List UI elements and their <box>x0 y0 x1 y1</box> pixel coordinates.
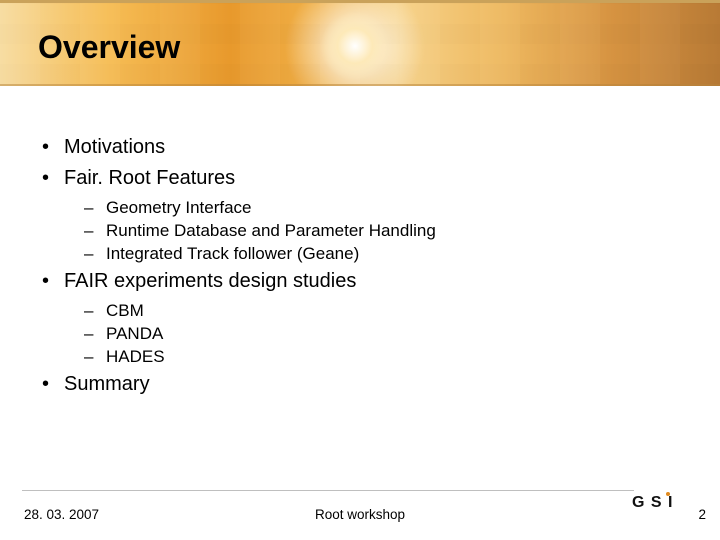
bullet-dash-icon: – <box>84 221 106 241</box>
bullet-text: Motivations <box>64 136 165 158</box>
subbullet-text: Runtime Database and Parameter Handling <box>106 221 436 240</box>
subbullet-track-follower: –Integrated Track follower (Geane) <box>84 244 678 264</box>
title-band: Overview <box>0 0 720 86</box>
bullet-dot-icon: • <box>42 167 64 190</box>
bullet-dot-icon: • <box>42 270 64 293</box>
slide-body: •Motivations •Fair. Root Features –Geome… <box>42 132 678 404</box>
subbullet-cbm: –CBM <box>84 301 678 321</box>
title-band-glow <box>320 11 390 81</box>
subgroup-fairroot: –Geometry Interface –Runtime Database an… <box>84 198 678 264</box>
bullet-summary: •Summary <box>42 373 678 396</box>
bullet-dash-icon: – <box>84 324 106 344</box>
bullet-text: Summary <box>64 373 150 395</box>
bullet-fair-experiments: •FAIR experiments design studies <box>42 270 678 293</box>
bullet-dash-icon: – <box>84 301 106 321</box>
subbullet-hades: –HADES <box>84 347 678 367</box>
subbullet-panda: –PANDA <box>84 324 678 344</box>
bullet-dash-icon: – <box>84 347 106 367</box>
subbullet-text: PANDA <box>106 324 163 343</box>
bullet-dot-icon: • <box>42 373 64 396</box>
bullet-dash-icon: – <box>84 244 106 264</box>
slide: Overview •Motivations •Fair. Root Featur… <box>0 0 720 540</box>
bullet-text: FAIR experiments design studies <box>64 270 356 292</box>
bullet-fairroot-features: •Fair. Root Features <box>42 167 678 190</box>
subbullet-text: Integrated Track follower (Geane) <box>106 244 359 263</box>
bullet-dash-icon: – <box>84 198 106 218</box>
footer-rule <box>22 490 634 491</box>
bullet-dot-icon: • <box>42 136 64 159</box>
subgroup-fair-experiments: –CBM –PANDA –HADES <box>84 301 678 367</box>
footer-center: Root workshop <box>0 507 720 522</box>
slide-title: Overview <box>38 29 180 66</box>
footer: 28. 03. 2007 Root workshop 2 <box>0 502 720 526</box>
subbullet-geometry: –Geometry Interface <box>84 198 678 218</box>
bullet-motivations: •Motivations <box>42 136 678 159</box>
footer-page-number: 2 <box>698 507 706 522</box>
subbullet-runtime-db: –Runtime Database and Parameter Handling <box>84 221 678 241</box>
subbullet-text: CBM <box>106 301 144 320</box>
subbullet-text: Geometry Interface <box>106 198 252 217</box>
subbullet-text: HADES <box>106 347 165 366</box>
bullet-text: Fair. Root Features <box>64 167 235 189</box>
